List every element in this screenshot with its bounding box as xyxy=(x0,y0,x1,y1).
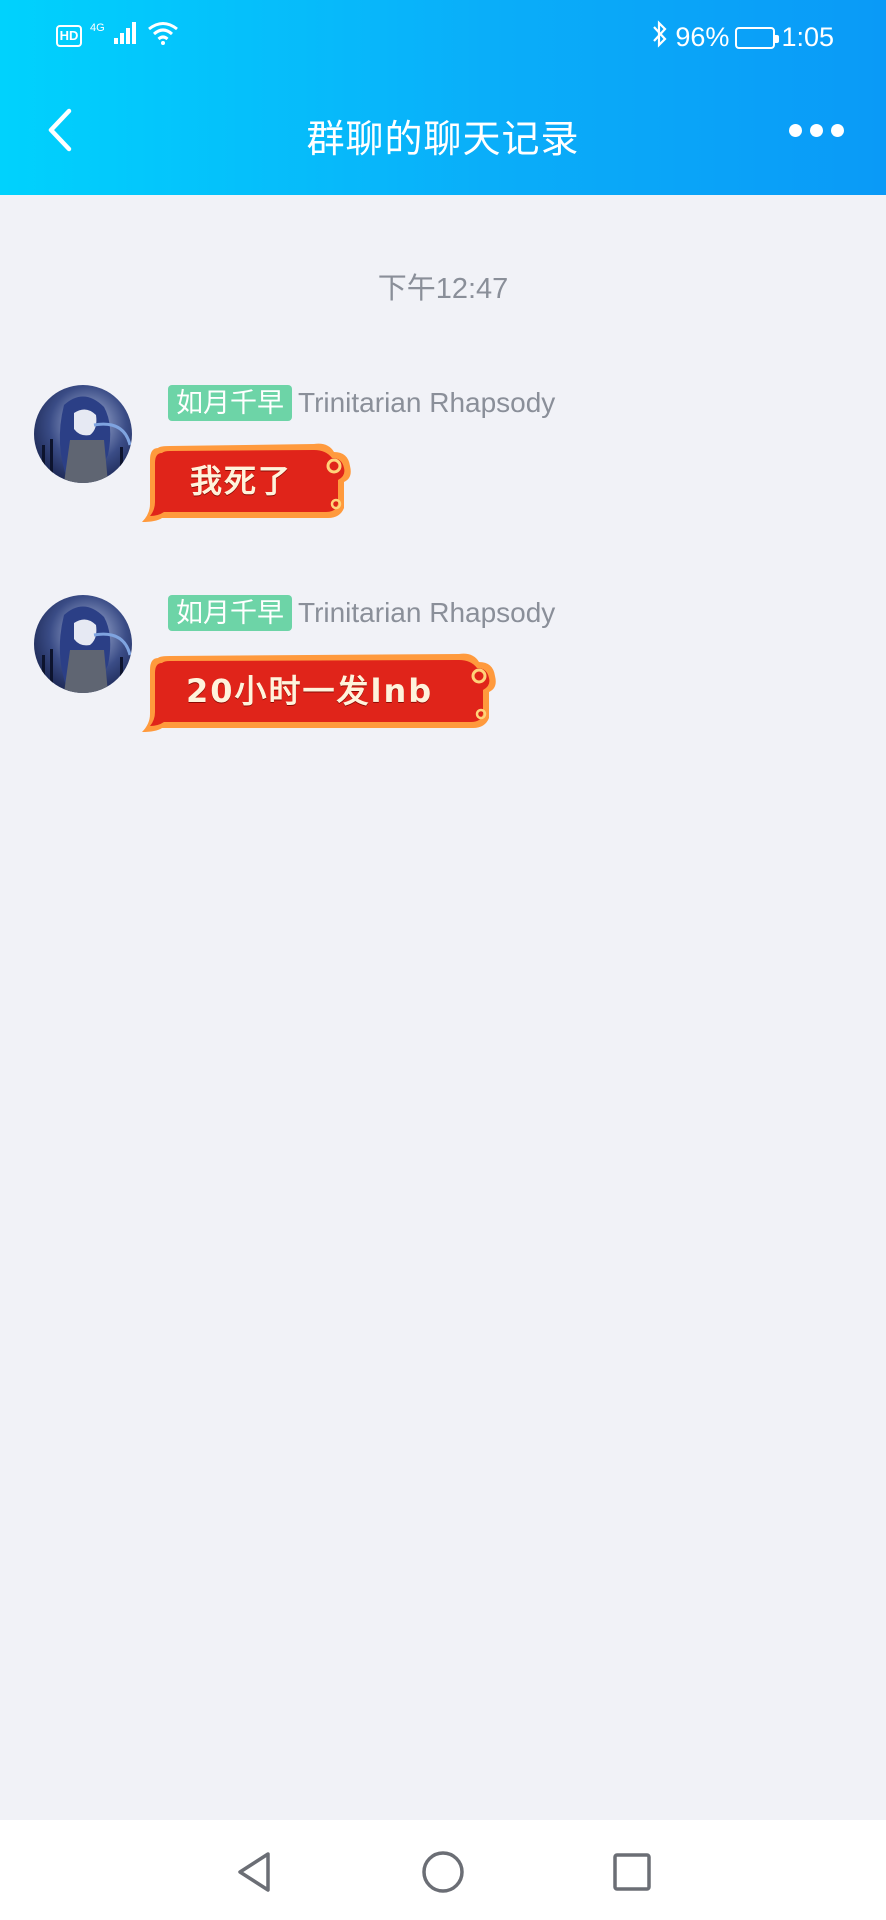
battery-icon xyxy=(735,26,780,49)
status-bar: HD 4G 96% 1:05 xyxy=(0,0,886,75)
status-left: HD 4G xyxy=(56,20,179,51)
system-nav-bar xyxy=(0,1820,886,1920)
hd-badge: HD xyxy=(56,24,82,47)
nav-bar: 群聊的聊天记录 xyxy=(0,90,886,180)
message-bubble[interactable]: 20小时一发lnb xyxy=(138,648,498,744)
circle-home-icon xyxy=(422,1851,464,1893)
more-button[interactable] xyxy=(776,105,856,155)
message-text: 我死了 xyxy=(190,462,293,500)
page-title: 群聊的聊天记录 xyxy=(306,119,580,161)
nav-recents-button[interactable] xyxy=(610,1850,654,1894)
triangle-back-icon xyxy=(238,1852,270,1892)
avatar[interactable] xyxy=(34,385,132,483)
more-dots-icon xyxy=(788,123,802,137)
nav-back-button[interactable] xyxy=(232,1850,276,1894)
sender-line: 如月千早 Trinitarian Rhapsody xyxy=(168,385,555,421)
battery-percent: 96% xyxy=(675,22,730,52)
sender-name: Trinitarian Rhapsody xyxy=(298,387,556,418)
header: HD 4G 96% 1:05 群聊的聊天记录 xyxy=(0,0,886,195)
square-recents-icon xyxy=(613,1853,651,1891)
message-text: 20小时一发lnb xyxy=(186,672,434,710)
sender-tag: 如月千早 xyxy=(168,385,292,421)
sender-line: 如月千早 Trinitarian Rhapsody xyxy=(168,595,555,631)
signal-icon xyxy=(113,21,139,50)
wifi-icon xyxy=(147,20,179,51)
bluetooth-icon xyxy=(651,20,669,55)
sender-name: Trinitarian Rhapsody xyxy=(298,597,556,628)
sender-tag: 如月千早 xyxy=(168,595,292,631)
nav-home-button[interactable] xyxy=(421,1850,465,1894)
network-type: 4G xyxy=(90,21,105,34)
message-bubble[interactable]: 我死了 xyxy=(138,438,353,534)
chat-timestamp: 下午12:47 xyxy=(377,273,509,305)
clock: 1:05 xyxy=(781,22,834,52)
status-right: 96% 1:05 xyxy=(651,20,834,55)
avatar[interactable] xyxy=(34,595,132,693)
